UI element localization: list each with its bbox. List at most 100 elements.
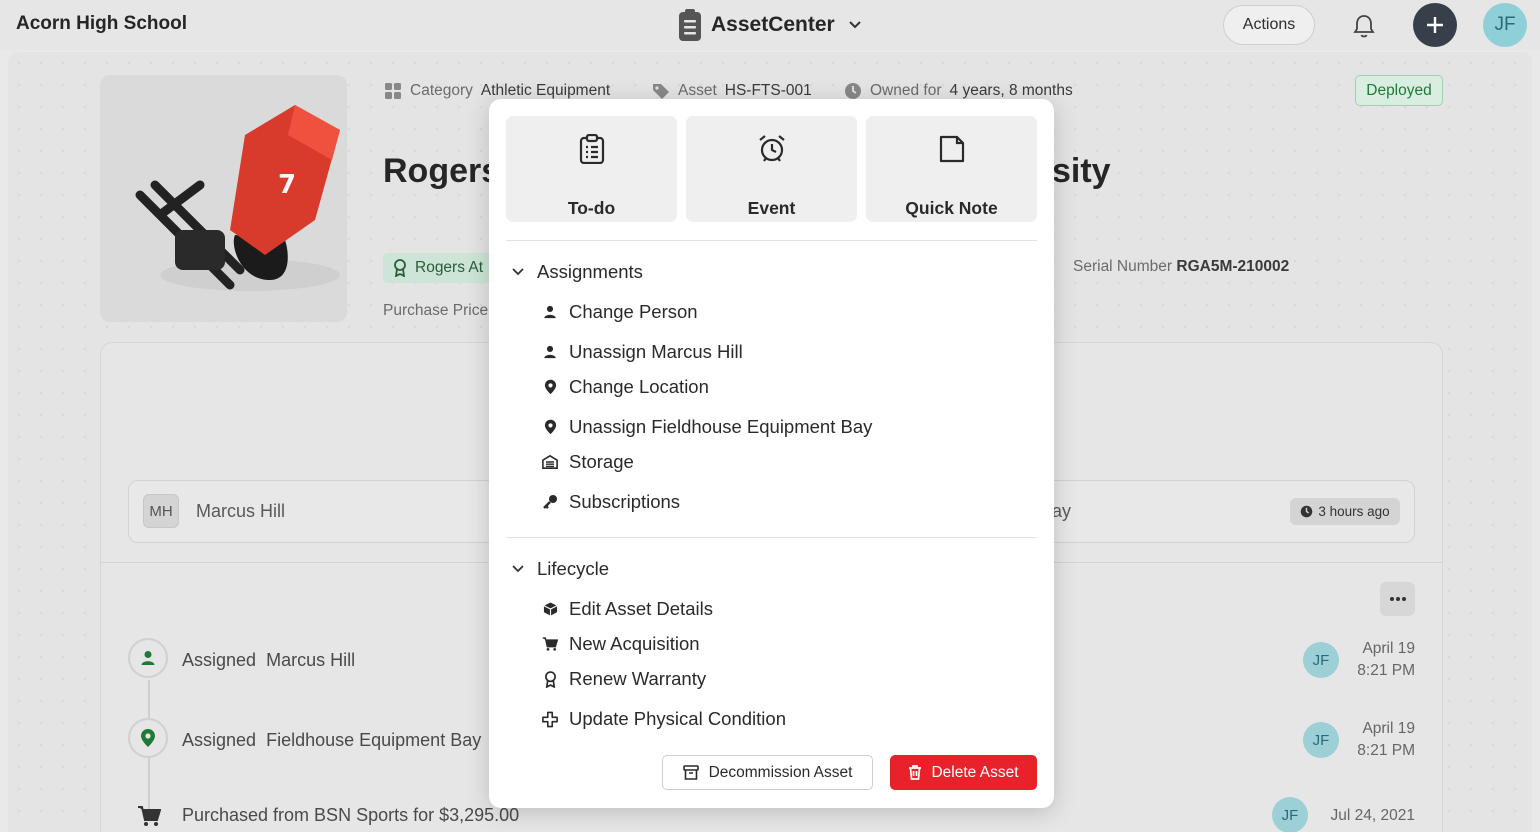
serial-number: Serial Number RGA5M-210002 [1073,258,1289,276]
menu-item-label: Storage [569,451,634,472]
app-switcher[interactable]: AssetCenter [678,7,862,43]
purchase-price-label: Purchase Price [383,302,489,319]
clock-icon [1300,505,1313,518]
menu-item-label: Change Location [569,376,709,397]
serial-label: Serial Number [1073,258,1173,275]
quick-note-label: Quick Note [905,198,998,218]
timeline-person-marker [128,638,168,678]
menu-item-label: Update Physical Condition [569,708,786,729]
timeline-time: 8:21 PM [1357,742,1415,759]
menu-item-edit-asset-details[interactable]: Edit Asset Details [542,598,713,620]
lifecycle-section-toggle[interactable]: Lifecycle [511,558,609,580]
menu-item-update-physical-condition[interactable]: Update Physical Condition [542,708,786,730]
timeline-user-avatar: JF [1303,722,1339,758]
menu-item-unassign-person[interactable]: Unassign Marcus Hill [542,341,743,363]
app-name: AssetCenter [711,13,835,36]
owned-label: Owned for [870,82,942,99]
timeline-entry-2: Assigned Fieldhouse Equipment Bay [182,730,481,751]
menu-item-label: Edit Asset Details [569,598,713,619]
medical-cross-icon [542,711,558,728]
menu-item-subscriptions[interactable]: Subscriptions [542,491,680,513]
category-value: Athletic Equipment [480,82,611,99]
assignments-section-toggle[interactable]: Assignments [511,261,643,283]
serial-value: RGA5M-210002 [1176,258,1290,275]
menu-item-label: Renew Warranty [569,668,707,689]
box-icon [542,601,558,617]
more-options-button[interactable] [1380,582,1415,616]
person-icon [542,305,558,319]
timeline-date: April 19 8:21 PM [1335,718,1415,762]
menu-item-new-acquisition[interactable]: New Acquisition [542,633,700,655]
time-ago-text: 3 hours ago [1318,504,1390,519]
alarm-clock-icon [757,134,787,164]
map-pin-icon [140,728,156,748]
menu-item-renew-warranty[interactable]: Renew Warranty [542,668,706,690]
menu-item-label: Change Person [569,301,698,322]
warehouse-icon [542,454,558,470]
school-name[interactable]: Acorn High School [16,13,187,35]
asset-label: Asset [678,82,717,99]
ellipsis-icon [1389,596,1407,602]
timeline-verb: Assigned [182,730,257,750]
timeline-user-avatar: JF [1272,797,1308,832]
user-avatar[interactable]: JF [1483,3,1527,47]
menu-item-change-location[interactable]: Change Location [542,376,709,398]
timeline-time: 8:21 PM [1357,662,1415,679]
actions-button[interactable]: Actions [1223,5,1315,45]
bell-icon[interactable] [1352,13,1376,39]
menu-item-unassign-location[interactable]: Unassign Fieldhouse Equipment Bay [542,416,872,438]
plus-icon [1425,15,1445,35]
award-icon [542,670,558,688]
archive-icon [682,765,699,780]
location-name[interactable]: ay [1052,501,1071,522]
decommission-label: Decommission Asset [708,763,853,781]
cart-icon [542,636,558,652]
decommission-asset-button[interactable]: Decommission Asset [662,755,873,790]
add-button[interactable] [1413,3,1457,47]
timeline-user-avatar: JF [1303,642,1339,678]
timeline-day: April 19 [1362,720,1415,737]
actions-menu-popup: To-do Event Quick Note Assignments Chang… [489,99,1054,808]
trash-icon [908,765,922,780]
lifecycle-title: Lifecycle [537,558,609,579]
timeline-location-marker [128,718,168,758]
person-icon [542,345,558,359]
todo-tile[interactable]: To-do [506,116,677,222]
delete-label: Delete Asset [931,763,1019,781]
checklist-icon [579,134,605,164]
menu-item-storage[interactable]: Storage [542,451,634,473]
divider [506,537,1037,538]
clock-icon [844,82,862,100]
chevron-down-icon [511,267,525,277]
timeline-subject[interactable]: Marcus Hill [266,650,355,670]
map-pin-icon [542,379,558,395]
certification-label: Rogers At [415,259,484,276]
menu-item-label: New Acquisition [569,633,700,654]
menu-item-label: Subscriptions [569,491,681,512]
owned-value: 4 years, 8 months [949,82,1073,99]
timeline-subject[interactable]: Fieldhouse Equipment Bay [266,730,481,750]
asset-title: Rogers [383,152,501,190]
chevron-down-icon [848,20,862,30]
event-tile[interactable]: Event [686,116,857,222]
divider [506,240,1037,241]
top-bar: Acorn High School AssetCenter Actions JF [0,0,1540,50]
timeline-date: April 19 8:21 PM [1335,638,1415,682]
timeline-verb: Assigned [182,650,257,670]
note-icon [938,134,966,164]
asset-image[interactable]: 7 [100,75,347,322]
grid-icon [384,82,402,100]
person-icon [140,650,156,666]
tag-icon [652,82,670,100]
quick-note-tile[interactable]: Quick Note [866,116,1037,222]
assignee-avatar: MH [143,494,179,528]
menu-item-label: Unassign Fieldhouse Equipment Bay [569,416,873,437]
chevron-down-icon [511,564,525,574]
svg-text:7: 7 [278,170,296,200]
assignee-name[interactable]: Marcus Hill [196,501,285,522]
menu-item-change-person[interactable]: Change Person [542,301,698,323]
asset-title-end: sity [1052,152,1111,190]
delete-asset-button[interactable]: Delete Asset [890,755,1037,790]
status-badge: Deployed [1355,75,1443,106]
timeline-entry-1: Assigned Marcus Hill [182,650,355,671]
